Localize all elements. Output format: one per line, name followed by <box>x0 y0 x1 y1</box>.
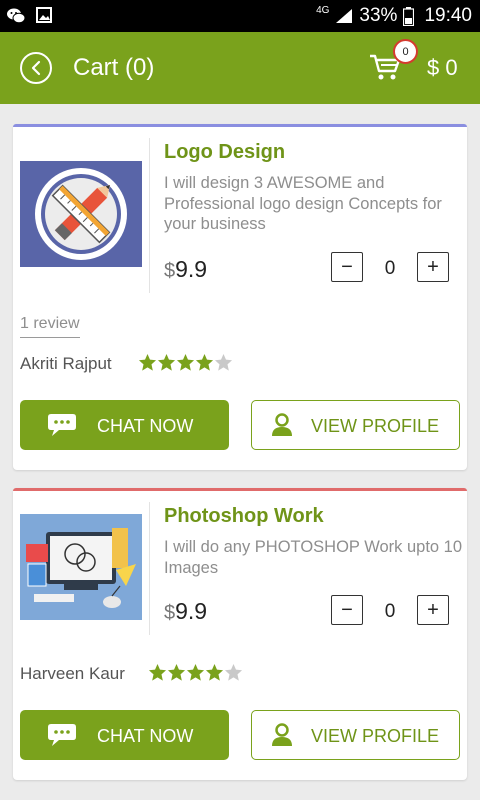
quantity-value: 0 <box>384 601 396 622</box>
star-filled-icon <box>167 663 186 681</box>
page-title: Cart (0) <box>73 54 155 81</box>
divider <box>149 502 150 635</box>
chat-now-label: CHAT NOW <box>97 726 194 746</box>
price-value: 9.9 <box>175 256 208 282</box>
back-button[interactable] <box>20 52 52 84</box>
clock: 19:40 <box>424 5 472 26</box>
price-value: 9.9 <box>175 598 208 624</box>
chat-bubble-icon <box>48 724 76 746</box>
cart-item-card: Logo Design I will design 3 AWESOME and … <box>13 124 467 470</box>
price-currency: $ <box>164 260 176 282</box>
chevron-left-icon <box>31 60 41 76</box>
cart-item-card: Photoshop Work I will do any PHOTOSHOP W… <box>13 488 467 780</box>
gallery-icon <box>36 7 52 23</box>
view-profile-button[interactable]: VIEW PROFILE <box>251 400 460 450</box>
wechat-icon <box>7 8 26 24</box>
increase-quantity-button[interactable]: + <box>417 595 449 625</box>
item-description: I will design 3 AWESOME and Professional… <box>164 174 442 233</box>
item-title: Photoshop Work <box>164 505 324 527</box>
decrease-quantity-button[interactable]: − <box>331 252 363 282</box>
star-empty-icon <box>224 663 243 681</box>
seller-name: Akriti Rajput <box>20 354 112 373</box>
star-rating <box>138 353 233 372</box>
review-count-link[interactable]: 1 review <box>20 315 80 338</box>
chat-now-button[interactable]: CHAT NOW <box>20 710 229 760</box>
app-bar: Cart (0) 0 $ 0 <box>0 32 480 104</box>
item-price: $9.9 <box>164 598 207 625</box>
item-title: Logo Design <box>164 141 286 163</box>
star-rating <box>148 663 243 682</box>
chat-bubble-icon <box>48 414 76 436</box>
star-filled-icon <box>195 353 214 371</box>
card-accent-line <box>13 488 467 491</box>
star-filled-icon <box>157 353 176 371</box>
price-currency: $ <box>164 602 176 624</box>
star-filled-icon <box>148 663 167 681</box>
pencil-ruler-icon <box>20 161 142 267</box>
view-profile-label: VIEW PROFILE <box>311 416 440 436</box>
battery-percent: 33% <box>359 5 398 26</box>
cart-count-badge: 0 <box>393 39 418 64</box>
star-empty-icon <box>214 353 233 371</box>
card-accent-line <box>13 124 467 127</box>
signal-icon <box>336 9 353 23</box>
status-bar: 4G 33% 19:40 <box>0 0 480 32</box>
seller-name: Harveen Kaur <box>20 664 125 683</box>
user-icon <box>272 413 292 436</box>
view-profile-label: VIEW PROFILE <box>311 726 440 746</box>
star-filled-icon <box>186 663 205 681</box>
chat-now-label: CHAT NOW <box>97 416 194 436</box>
star-filled-icon <box>205 663 224 681</box>
battery-icon <box>403 6 415 26</box>
item-description: I will do any PHOTOSHOP Work upto 10 Ima… <box>164 538 463 577</box>
increase-quantity-button[interactable]: + <box>417 252 449 282</box>
design-workspace-icon <box>20 514 142 620</box>
star-filled-icon <box>138 353 157 371</box>
quantity-value: 0 <box>384 258 396 279</box>
view-profile-button[interactable]: VIEW PROFILE <box>251 710 460 760</box>
item-price: $9.9 <box>164 256 207 283</box>
decrease-quantity-button[interactable]: − <box>331 595 363 625</box>
network-type: 4G <box>316 5 330 16</box>
cart-total: $ 0 <box>427 55 458 80</box>
chat-now-button[interactable]: CHAT NOW <box>20 400 229 450</box>
star-filled-icon <box>176 353 195 371</box>
divider <box>149 138 150 293</box>
user-icon <box>272 723 292 746</box>
